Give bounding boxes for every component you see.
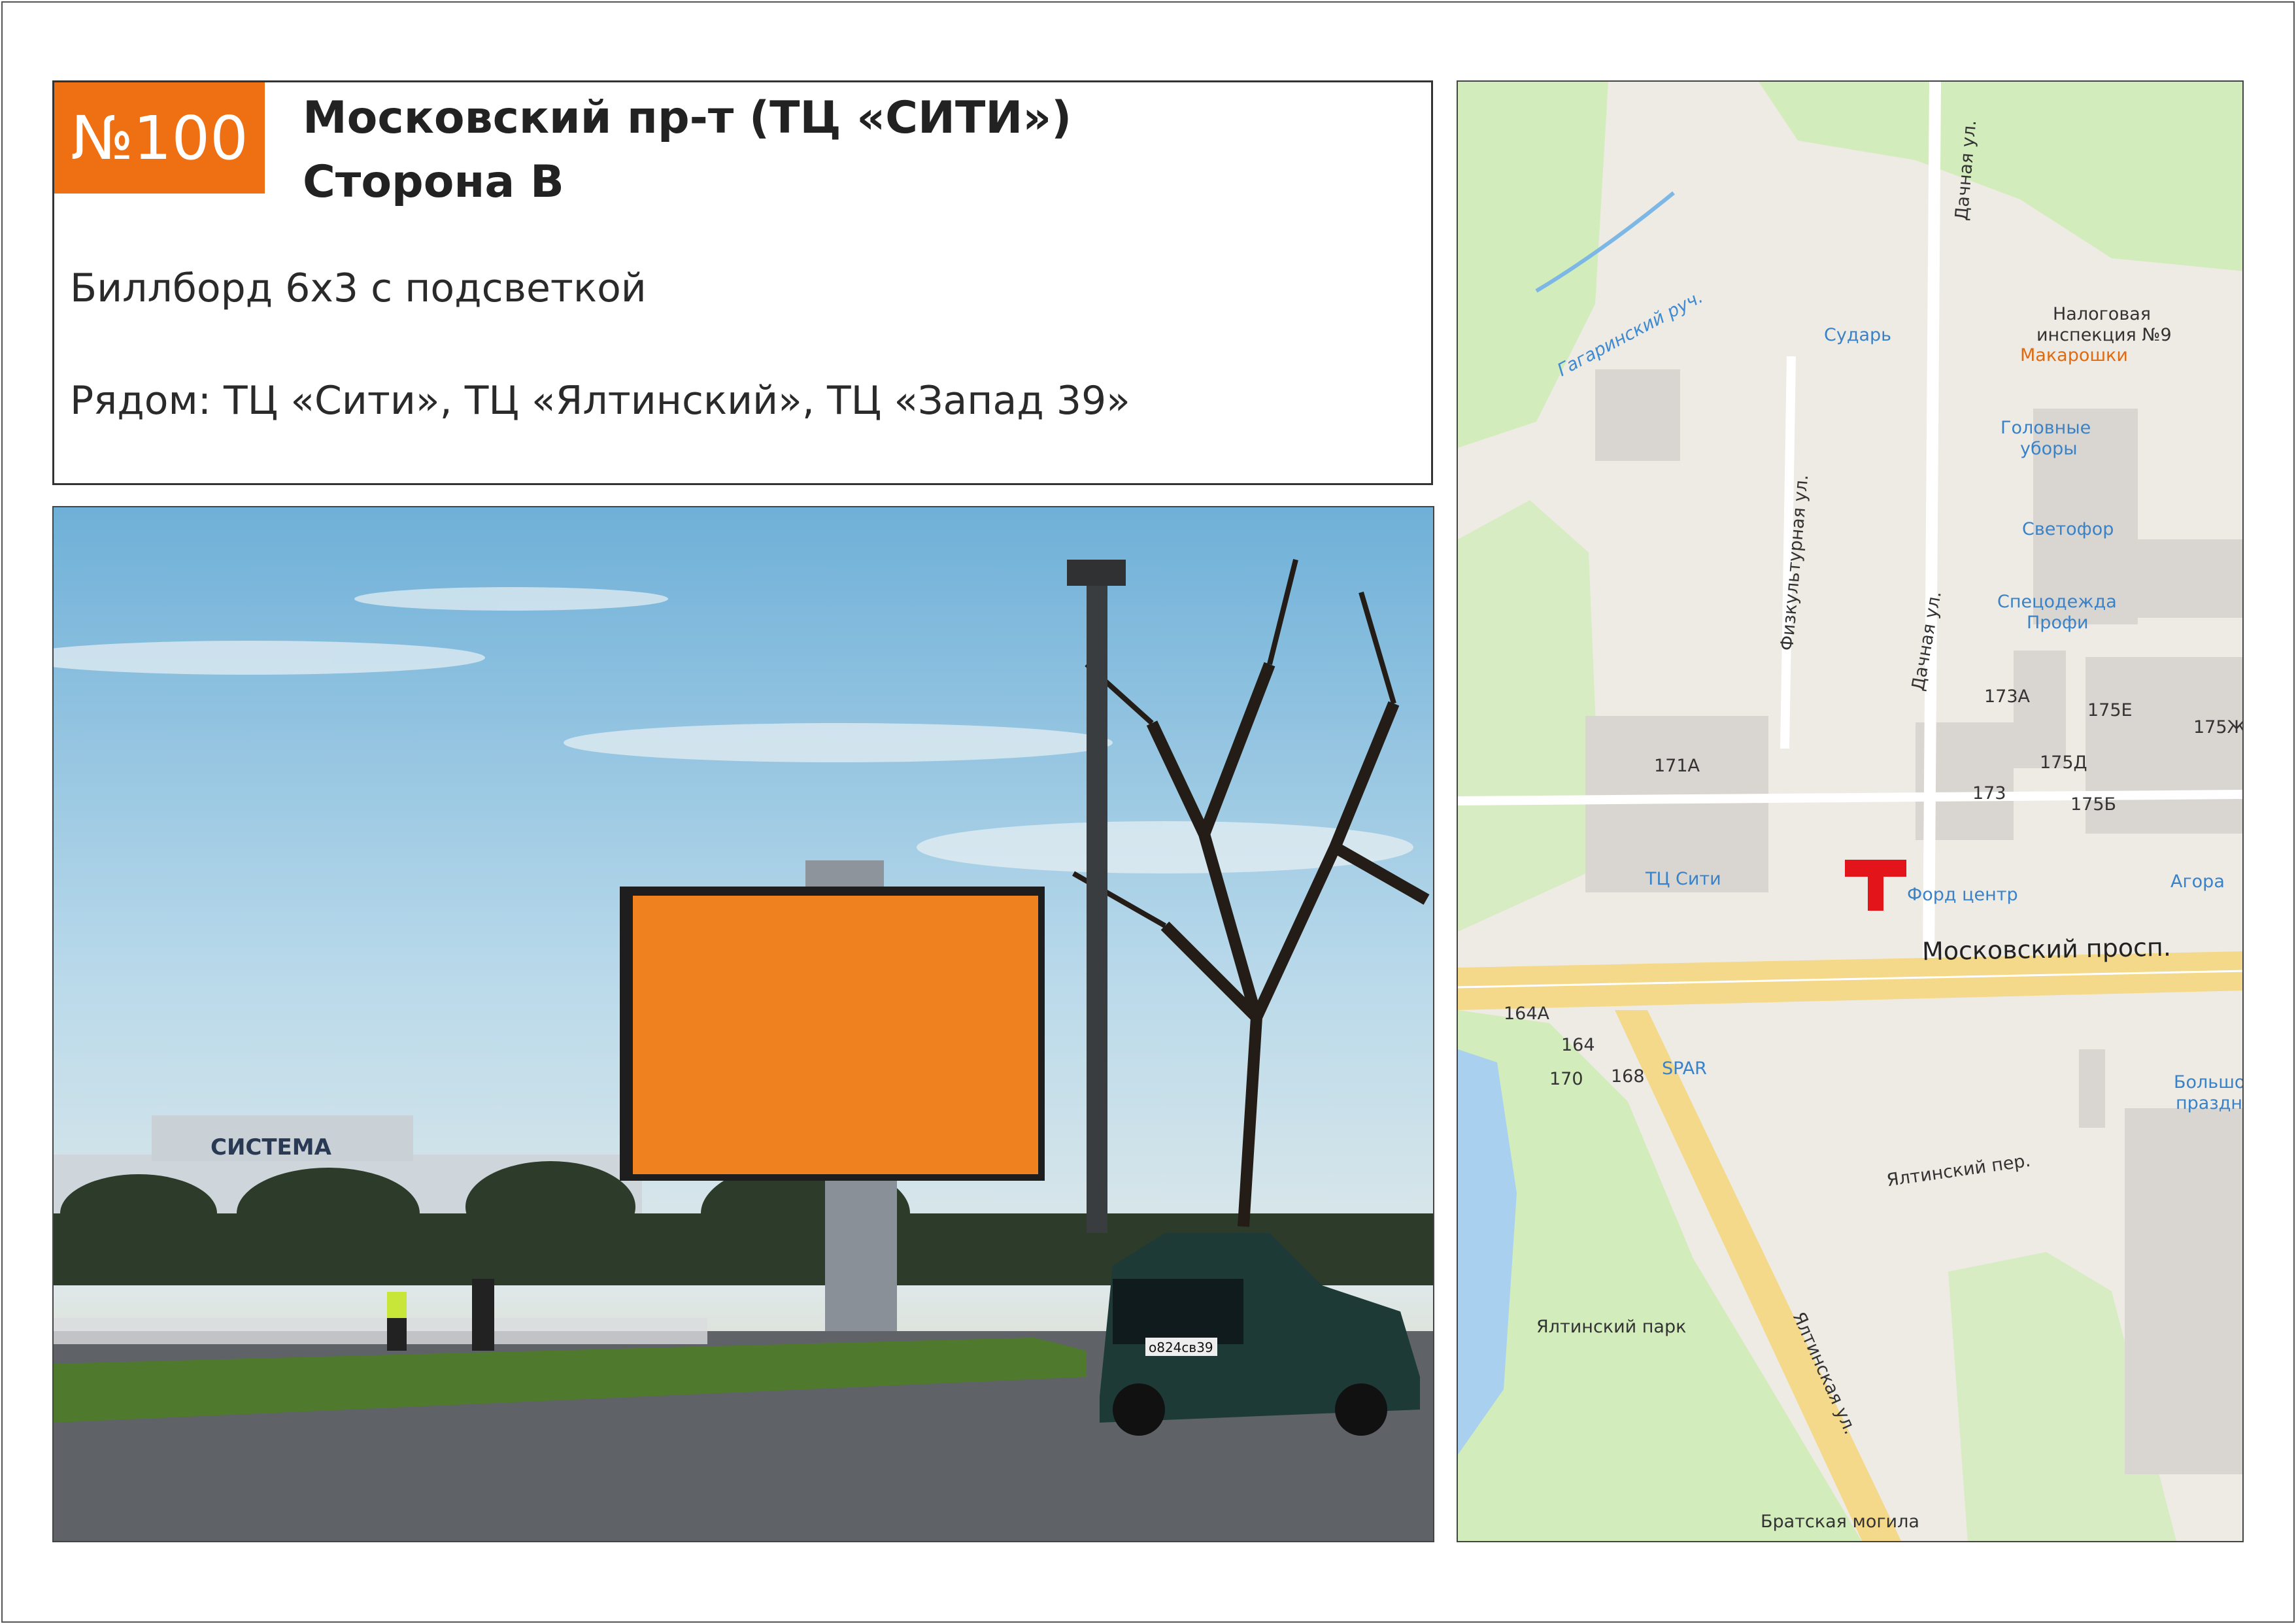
fence [54,1318,707,1344]
label-175d: 175Д [2040,753,2087,773]
license-plate: о824св39 [1149,1340,1213,1355]
location-map[interactable]: Московский просп. Дачная ул. Дачная ул. … [1457,80,2244,1542]
poi-spar[interactable]: SPAR [1662,1058,1707,1079]
poi-makaroshki[interactable]: Макарошки [2020,345,2128,365]
title-line-2: Сторона В [303,156,564,208]
poi-specodezhda-line1[interactable]: Спецодежда [1997,592,2117,612]
street-moskovsky: Московский просп. [1921,932,2172,966]
lamp-pole [1087,579,1107,1233]
label-171a: 171А [1654,756,1700,776]
billboard-face [633,896,1038,1174]
title-line-1: Московский пр-т (ТЦ «СИТИ») [303,92,1072,144]
location-number-badge: №100 [54,82,265,194]
billboard-format: Биллборд 6х3 с подсветкой [70,265,647,311]
poi-golovnye-line2[interactable]: уборы [2020,439,2078,459]
poi-specodezhda-line2[interactable]: Профи [2027,613,2089,633]
poi-agora[interactable]: Агора [2170,871,2225,892]
poi-bratskaya-mogila: Братская могила [1761,1512,1919,1532]
label-164: 164 [1561,1035,1595,1055]
poi-ford-centr[interactable]: Форд центр [1907,885,2018,905]
poi-nalog-line1: Налоговая [2053,304,2152,324]
poi-bolshoi-line2[interactable]: праздни [2176,1093,2242,1113]
poi-svetofor[interactable]: Светофор [2022,519,2114,539]
label-175e: 175Е [2087,700,2133,720]
label-164a: 164А [1504,1004,1550,1024]
label-175zh: 175Ж [2193,717,2244,737]
building-sign: СИСТЕМА [211,1134,332,1160]
location-title: Московский пр-т (ТЦ «СИТИ») Сторона В [303,86,1072,214]
label-173: 173 [1972,783,2006,804]
poi-golovnye-line1[interactable]: Головные [2001,418,2091,438]
label-173a: 173А [1984,686,2031,707]
label-168: 168 [1611,1066,1645,1087]
label-170: 170 [1549,1069,1583,1089]
nearby-places: Рядом: ТЦ «Сити», ТЦ «Ялтинский», ТЦ «За… [70,378,1130,424]
poi-yalta-park[interactable]: Ялтинский парк [1536,1317,1686,1337]
poi-bolshoi-line1[interactable]: Большой [2174,1072,2242,1092]
poi-sudar[interactable]: Сударь [1824,325,1891,345]
poi-nalog-line2: инспекция №9 [2036,325,2172,345]
label-175b: 175Б [2070,794,2117,815]
photo-scene: СИСТЕМА о824св39 [54,507,1433,1541]
billboard-photo: СИСТЕМА о824св39 [52,506,1434,1542]
header-panel: №100 Московский пр-т (ТЦ «СИТИ») Сторона… [52,80,1433,485]
poi-tc-siti[interactable]: ТЦ Сити [1646,869,1721,889]
